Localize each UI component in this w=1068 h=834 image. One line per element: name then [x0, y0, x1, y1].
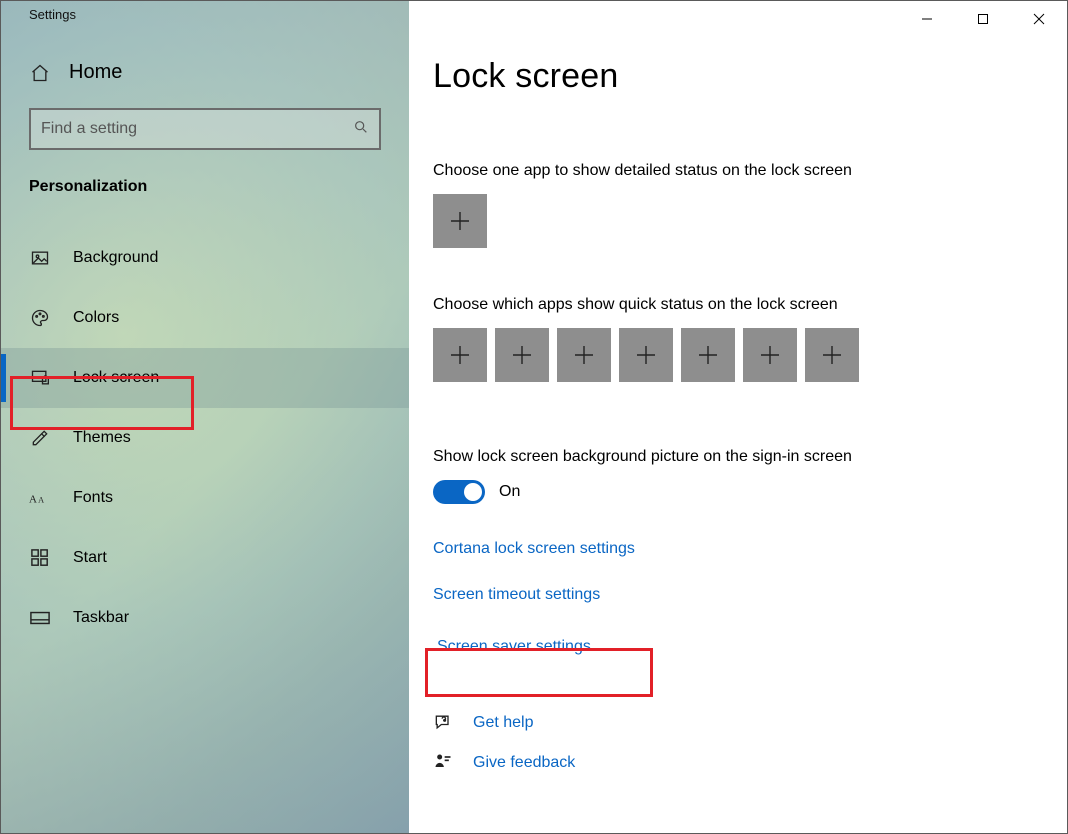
add-quick-status-app-3[interactable] — [557, 328, 611, 382]
quick-status-label: Choose which apps show quick status on t… — [433, 296, 1067, 314]
add-quick-status-app-7[interactable] — [805, 328, 859, 382]
sidebar-item-label: Fonts — [73, 489, 113, 507]
sidebar-item-taskbar[interactable]: Taskbar — [1, 588, 409, 648]
add-quick-status-app-5[interactable] — [681, 328, 735, 382]
home-nav[interactable]: Home — [1, 37, 409, 108]
sidebar-item-label: Colors — [73, 309, 119, 327]
add-quick-status-app-1[interactable] — [433, 328, 487, 382]
sidebar-item-lock-screen[interactable]: Lock screen — [1, 348, 409, 408]
close-button[interactable] — [1011, 1, 1067, 37]
add-detailed-status-app[interactable] — [433, 194, 487, 248]
themes-icon — [29, 427, 51, 449]
add-quick-status-app-2[interactable] — [495, 328, 549, 382]
start-icon — [29, 547, 51, 569]
give-feedback-link[interactable]: Give feedback — [473, 754, 575, 772]
minimize-button[interactable] — [899, 1, 955, 37]
svg-text:A: A — [38, 496, 44, 505]
sidebar-item-themes[interactable]: Themes — [1, 408, 409, 468]
category-label: Personalization — [1, 178, 409, 218]
give-feedback-row[interactable]: Give feedback — [433, 752, 1067, 774]
lock-screen-icon — [29, 367, 51, 389]
feedback-icon — [433, 752, 455, 774]
sidebar-item-fonts[interactable]: AA Fonts — [1, 468, 409, 528]
bg-signin-label: Show lock screen background picture on t… — [433, 448, 1067, 466]
sidebar-item-colors[interactable]: Colors — [1, 288, 409, 348]
sidebar-item-label: Lock screen — [73, 369, 159, 387]
screen-saver-link[interactable]: Screen saver settings — [437, 638, 591, 656]
main-content: Lock screen Choose one app to show detai… — [409, 1, 1067, 833]
taskbar-icon — [29, 607, 51, 629]
palette-icon — [29, 307, 51, 329]
screen-timeout-link[interactable]: Screen timeout settings — [433, 586, 600, 604]
bg-signin-toggle[interactable] — [433, 480, 485, 504]
home-icon — [29, 62, 51, 84]
add-quick-status-app-6[interactable] — [743, 328, 797, 382]
detailed-status-label: Choose one app to show detailed status o… — [433, 162, 1067, 180]
cortana-settings-link[interactable]: Cortana lock screen settings — [433, 540, 635, 558]
sidebar-item-label: Start — [73, 549, 107, 567]
sidebar: Settings Home Personalization Background — [1, 1, 409, 833]
help-icon — [433, 712, 455, 734]
add-quick-status-app-4[interactable] — [619, 328, 673, 382]
get-help-row[interactable]: Get help — [433, 712, 1067, 734]
search-box[interactable] — [29, 108, 381, 150]
home-label: Home — [69, 61, 122, 84]
search-input[interactable] — [41, 120, 353, 138]
maximize-button[interactable] — [955, 1, 1011, 37]
sidebar-item-label: Taskbar — [73, 609, 129, 627]
window-title: Settings — [1, 1, 409, 37]
get-help-link[interactable]: Get help — [473, 714, 533, 732]
sidebar-item-start[interactable]: Start — [1, 528, 409, 588]
sidebar-item-background[interactable]: Background — [1, 228, 409, 288]
svg-text:A: A — [29, 494, 37, 506]
bg-signin-state: On — [499, 483, 520, 501]
sidebar-item-label: Themes — [73, 429, 131, 447]
sidebar-item-label: Background — [73, 249, 158, 267]
search-icon — [353, 119, 369, 139]
picture-icon — [29, 247, 51, 269]
fonts-icon: AA — [29, 487, 51, 509]
